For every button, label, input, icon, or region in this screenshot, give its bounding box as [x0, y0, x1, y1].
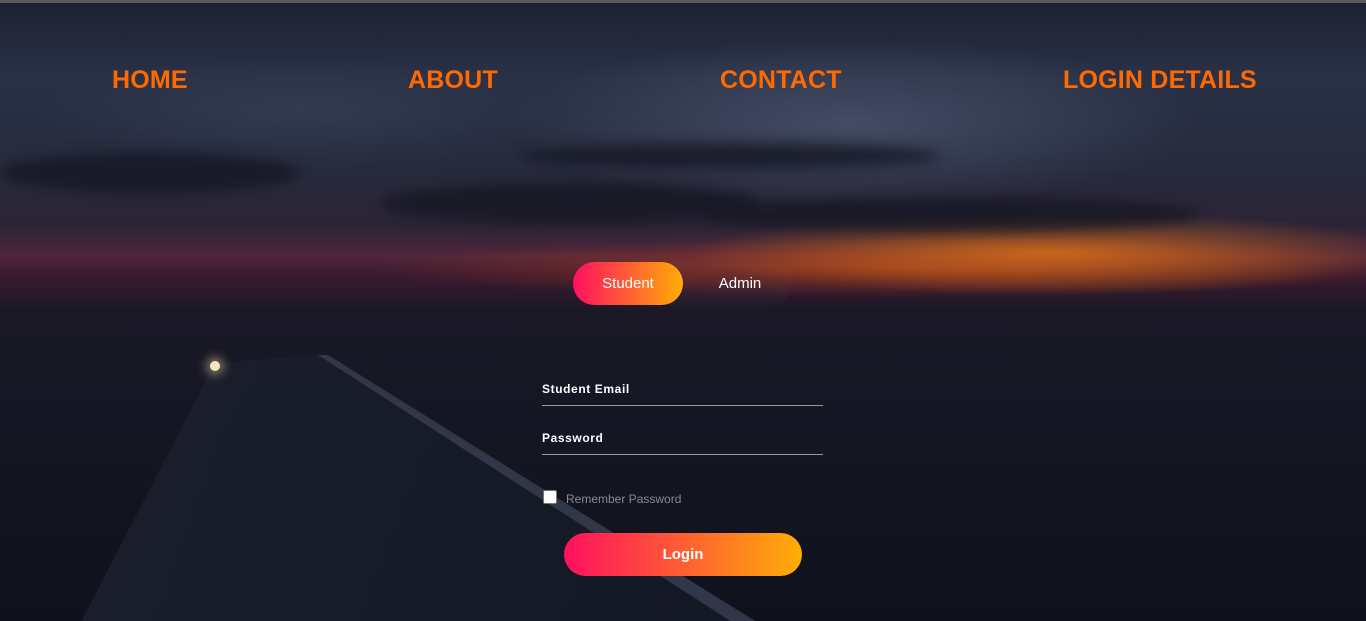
remember-password-checkbox[interactable] [543, 490, 557, 504]
nav-contact-link[interactable]: CONTACT [720, 62, 842, 98]
nav-login-details-link[interactable]: LOGIN DETAILS [1063, 62, 1257, 98]
password-field-wrapper [542, 422, 823, 455]
login-type-toggle: Student Admin [573, 262, 793, 305]
wing-light [210, 361, 220, 371]
top-navigation: HOME ABOUT CONTACT LOGIN DETAILS [0, 62, 1366, 102]
student-toggle-button[interactable]: Student [573, 262, 683, 305]
student-email-input[interactable] [542, 373, 823, 405]
login-button[interactable]: Login [564, 533, 802, 576]
remember-password-label: Remember Password [566, 492, 682, 506]
cloud-shape [0, 153, 300, 193]
cloud-shape [520, 143, 940, 169]
email-field-wrapper [542, 373, 823, 406]
nav-home-link[interactable]: HOME [112, 62, 188, 98]
password-input[interactable] [542, 422, 823, 454]
admin-toggle-button[interactable]: Admin [685, 262, 795, 305]
cloud-shape [700, 198, 1200, 232]
nav-about-link[interactable]: ABOUT [408, 62, 498, 98]
